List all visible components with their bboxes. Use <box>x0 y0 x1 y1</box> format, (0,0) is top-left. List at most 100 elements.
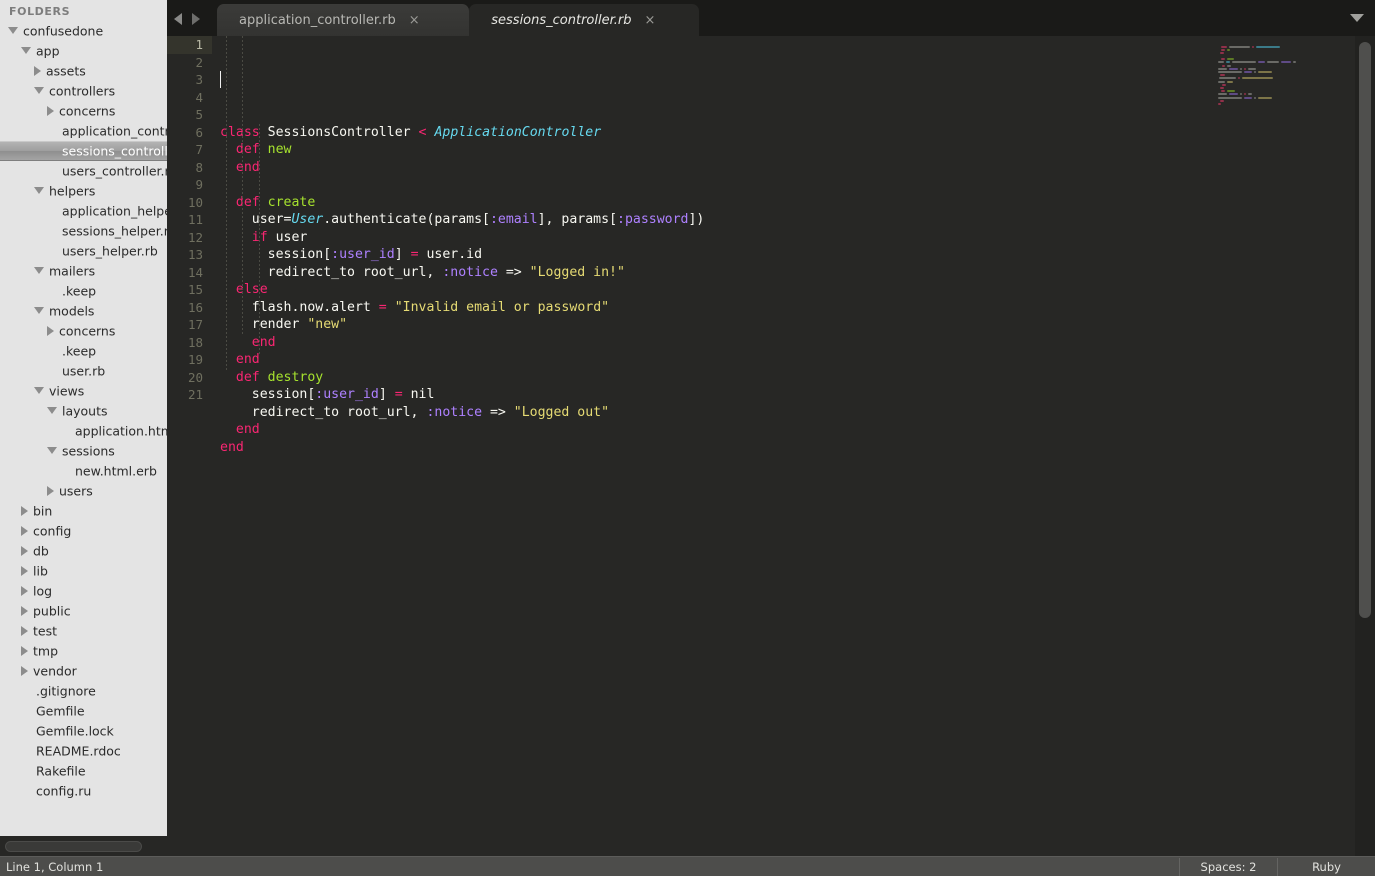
indentation-status[interactable]: Spaces: 2 <box>1179 857 1277 876</box>
tree-item-label: public <box>33 603 71 619</box>
tree-file-item[interactable]: .keep <box>0 281 167 301</box>
tree-folder-item[interactable]: vendor <box>0 661 167 681</box>
triangle-down-icon[interactable] <box>34 387 44 394</box>
tree-file-item[interactable]: .gitignore <box>0 681 167 701</box>
tree-file-item[interactable]: application_controller.rb <box>0 121 167 141</box>
tree-folder-item[interactable]: config <box>0 521 167 541</box>
tree-item-label: bin <box>33 503 53 519</box>
close-icon[interactable]: × <box>409 13 420 28</box>
tree-folder-item[interactable]: db <box>0 541 167 561</box>
tree-file-item[interactable]: sessions_controller.rb <box>0 141 167 161</box>
tree-file-item[interactable]: .keep <box>0 341 167 361</box>
tree-folder-item[interactable]: mailers <box>0 261 167 281</box>
triangle-right-icon[interactable] <box>21 645 28 656</box>
tree-file-item[interactable]: user.rb <box>0 361 167 381</box>
line-number: 1 <box>167 36 212 54</box>
tree-file-item[interactable]: users_controller.rb <box>0 161 167 181</box>
tree-folder-item[interactable]: controllers <box>0 81 167 101</box>
editor-window: FOLDERS confusedone app assets controllers c… <box>0 0 1375 876</box>
tree-folder-item[interactable]: sessions <box>0 441 167 461</box>
code-line: if user <box>220 229 1375 247</box>
triangle-down-icon[interactable] <box>34 87 44 94</box>
tab-navigation-arrows[interactable] <box>172 10 212 26</box>
tree-item-label: users_controller.rb <box>62 163 167 179</box>
triangle-right-icon[interactable] <box>21 665 28 676</box>
tree-folder-item[interactable]: confusedone <box>0 21 167 41</box>
sidebar-horizontal-scrollbar-thumb[interactable] <box>5 841 142 852</box>
tree-file-item[interactable]: sessions_helper.rb <box>0 221 167 241</box>
line-number: 13 <box>187 247 203 262</box>
tree-file-item[interactable]: application_helper.rb <box>0 201 167 221</box>
editor-tab[interactable]: sessions_controller.rb × <box>469 4 700 37</box>
tree-folder-item[interactable]: test <box>0 621 167 641</box>
triangle-right-icon[interactable] <box>21 625 28 636</box>
triangle-right-icon[interactable] <box>47 105 54 116</box>
close-icon[interactable]: × <box>644 13 655 28</box>
triangle-right-icon[interactable] <box>21 505 28 516</box>
syntax-status[interactable]: Ruby <box>1277 857 1375 876</box>
tree-file-item[interactable]: application.html.erb <box>0 421 167 441</box>
minimap-segment <box>1229 93 1239 96</box>
chevron-down-icon[interactable] <box>1350 14 1364 22</box>
code-editor[interactable]: 1 2 3 4 5 6 7 8 9 10 11 12 13 14 15 16 17 18 19 20 21 class … <box>167 36 1375 856</box>
triangle-right-icon[interactable] <box>21 545 28 556</box>
triangle-right-icon[interactable] <box>21 525 28 536</box>
tree-folder-item[interactable]: log <box>0 581 167 601</box>
tree-file-item[interactable]: Gemfile.lock <box>0 721 167 741</box>
tree-folder-item[interactable]: views <box>0 381 167 401</box>
editor-vertical-scrollbar-thumb[interactable] <box>1359 42 1371 618</box>
code-minimap[interactable] <box>1215 36 1355 856</box>
tree-file-item[interactable]: README.rdoc <box>0 741 167 761</box>
tree-folder-item[interactable]: helpers <box>0 181 167 201</box>
triangle-right-icon[interactable] <box>21 605 28 616</box>
tree-folder-item[interactable]: lib <box>0 561 167 581</box>
arrow-right-icon[interactable] <box>192 13 200 25</box>
line-number: 17 <box>187 317 203 332</box>
arrow-left-icon[interactable] <box>174 13 182 25</box>
tree-folder-item[interactable]: app <box>0 41 167 61</box>
tree-file-item[interactable]: config.ru <box>0 781 167 801</box>
tree-folder-item[interactable]: public <box>0 601 167 621</box>
code-token: flash.now.alert <box>220 299 379 315</box>
tree-file-item[interactable]: Rakefile <box>0 761 167 781</box>
sidebar-horizontal-scrollbar-track[interactable] <box>0 836 167 856</box>
editor-tab[interactable]: application_controller.rb × <box>217 4 470 36</box>
tab-label: sessions_controller.rb <box>491 13 632 28</box>
triangle-down-icon[interactable] <box>34 187 44 194</box>
line-number: 21 <box>187 387 203 402</box>
triangle-right-icon[interactable] <box>47 325 54 336</box>
code-token: end <box>251 334 276 350</box>
tree-folder-item[interactable]: assets <box>0 61 167 81</box>
code-content[interactable]: class SessionsController < ApplicationCo… <box>212 36 1375 856</box>
triangle-right-icon[interactable] <box>34 65 41 76</box>
triangle-down-icon[interactable] <box>47 407 57 414</box>
triangle-right-icon[interactable] <box>47 485 54 496</box>
tree-item-label: .keep <box>62 343 97 359</box>
triangle-right-icon[interactable] <box>21 585 28 596</box>
tree-item-label: views <box>49 383 85 399</box>
tree-folder-item[interactable]: concerns <box>0 101 167 121</box>
tree-folder-item[interactable]: layouts <box>0 401 167 421</box>
tree-folder-item[interactable]: users <box>0 481 167 501</box>
tree-folder-item[interactable]: tmp <box>0 641 167 661</box>
triangle-right-icon[interactable] <box>21 565 28 576</box>
triangle-down-icon[interactable] <box>21 47 31 54</box>
folder-tree[interactable]: confusedone app assets controllers concerns a… <box>0 21 167 801</box>
code-line: end <box>220 334 1375 352</box>
tree-file-item[interactable]: new.html.erb <box>0 461 167 481</box>
tree-file-item[interactable]: Gemfile <box>0 701 167 721</box>
triangle-down-icon[interactable] <box>47 447 57 454</box>
sidebar-scroll-region[interactable]: FOLDERS confusedone app assets controllers c… <box>0 0 167 836</box>
editor-vertical-scrollbar-track[interactable] <box>1355 36 1375 856</box>
triangle-down-icon[interactable] <box>34 307 44 314</box>
tree-folder-item[interactable]: concerns <box>0 321 167 341</box>
triangle-down-icon[interactable] <box>8 27 18 34</box>
tree-folder-item[interactable]: models <box>0 301 167 321</box>
tree-folder-item[interactable]: bin <box>0 501 167 521</box>
tree-file-item[interactable]: users_helper.rb <box>0 241 167 261</box>
triangle-down-icon[interactable] <box>34 267 44 274</box>
code-line: end <box>220 421 1375 439</box>
